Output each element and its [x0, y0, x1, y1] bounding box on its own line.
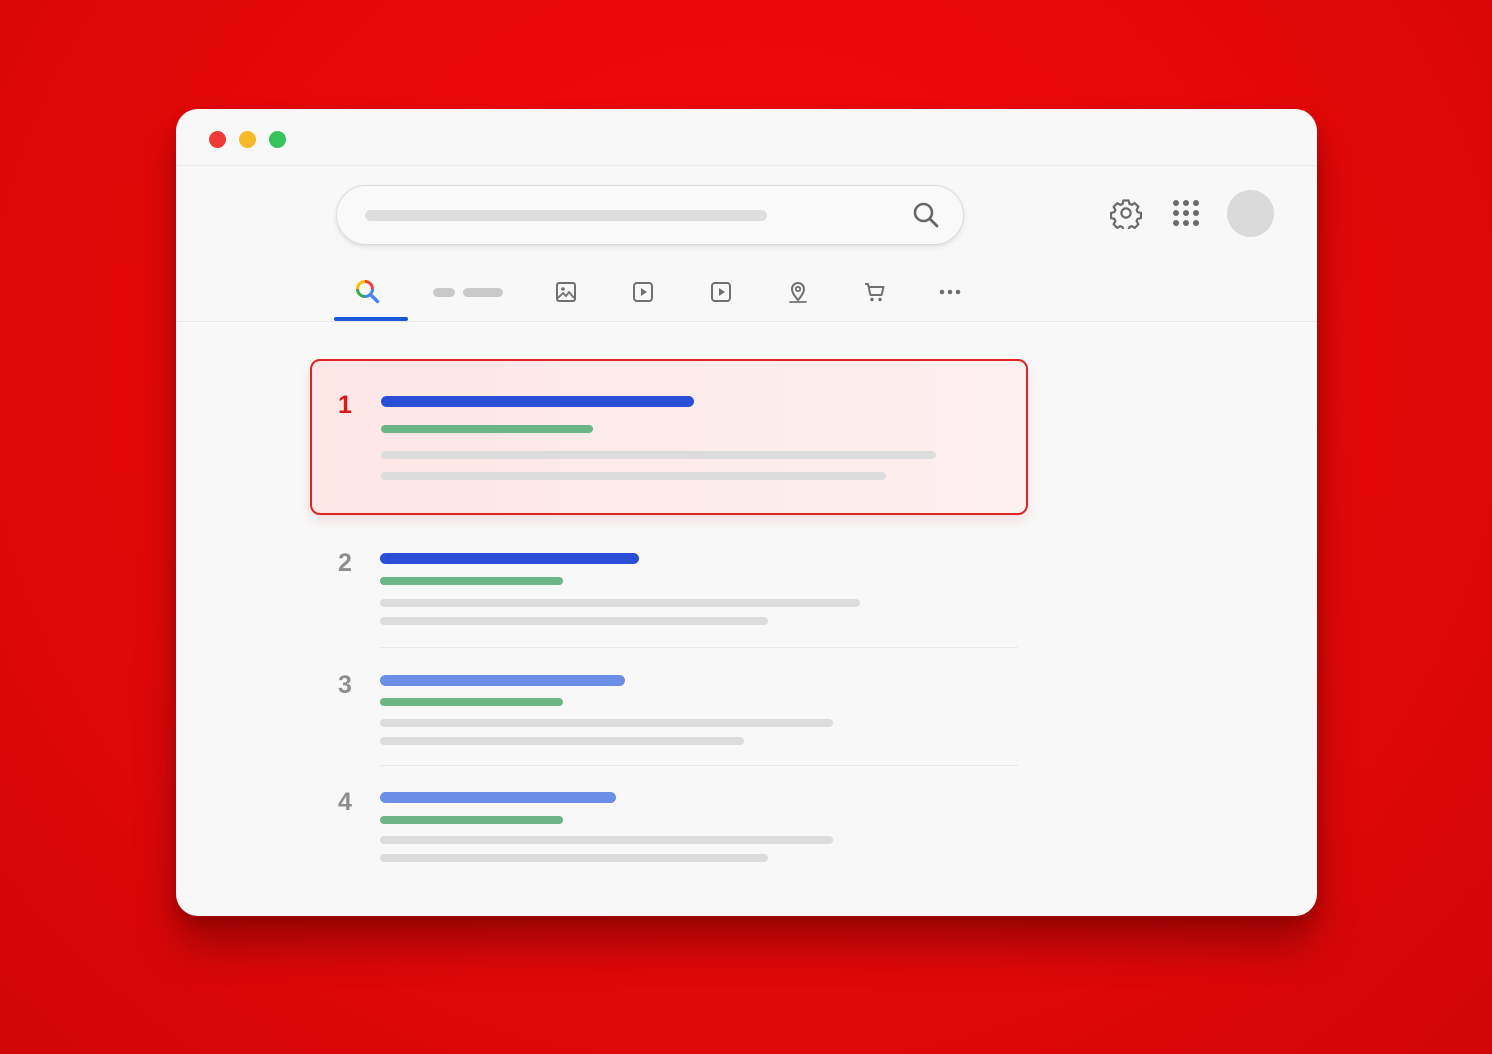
result-snippet-placeholder — [380, 719, 833, 727]
zoom-button[interactable] — [269, 131, 286, 148]
tab-shopping[interactable] — [862, 277, 888, 307]
result-snippet-placeholder — [381, 451, 936, 459]
result-rank: 4 — [338, 788, 352, 816]
title-bar — [176, 109, 1317, 166]
result-title-placeholder[interactable] — [381, 396, 694, 407]
more-dots-icon — [939, 289, 961, 295]
result-url-placeholder — [381, 425, 593, 433]
minimize-button[interactable] — [239, 131, 256, 148]
result-url-placeholder — [380, 816, 563, 824]
tab-videos[interactable] — [630, 277, 656, 307]
search-tabs — [176, 269, 1317, 322]
result-snippet-placeholder — [380, 836, 833, 844]
browser-window: 1 2 3 4 — [176, 109, 1317, 916]
gear-icon[interactable] — [1110, 197, 1142, 229]
tab-videos-2[interactable] — [708, 277, 734, 307]
result-rank: 3 — [338, 671, 352, 699]
map-pin-icon — [789, 282, 807, 303]
tab-label-placeholder — [463, 287, 503, 297]
result-snippet-placeholder — [380, 737, 744, 745]
result-rank: 2 — [338, 549, 352, 577]
active-tab-indicator — [334, 317, 408, 321]
result-highlighted[interactable]: 1 — [310, 359, 1028, 515]
result-snippet-placeholder — [380, 617, 768, 625]
result-title-placeholder[interactable] — [380, 792, 616, 803]
tab-label-placeholder — [433, 287, 455, 297]
divider — [380, 647, 1018, 648]
result-snippet-placeholder — [380, 599, 860, 607]
result-snippet-placeholder — [380, 854, 768, 862]
video-play-icon — [711, 282, 731, 302]
tab-images[interactable] — [553, 277, 579, 307]
tab-maps[interactable] — [785, 277, 811, 307]
video-play-icon — [633, 282, 653, 302]
apps-grid-icon[interactable] — [1170, 197, 1202, 229]
result-url-placeholder — [380, 698, 563, 706]
search-placeholder — [365, 210, 767, 221]
search-input[interactable] — [336, 185, 964, 245]
result-rank: 1 — [338, 391, 352, 419]
result-title-placeholder[interactable] — [380, 553, 639, 564]
tab-text[interactable] — [432, 277, 504, 307]
result-snippet-placeholder — [381, 472, 886, 480]
tab-more[interactable] — [937, 277, 963, 307]
image-icon — [556, 282, 576, 302]
google-search-icon — [356, 280, 380, 304]
result-url-placeholder — [380, 577, 563, 585]
shopping-cart-icon — [865, 283, 885, 302]
close-button[interactable] — [209, 131, 226, 148]
avatar[interactable] — [1227, 190, 1274, 237]
search-icon[interactable] — [911, 200, 941, 230]
tab-all[interactable] — [353, 277, 383, 307]
divider — [380, 765, 1018, 766]
result-title-placeholder[interactable] — [380, 675, 625, 686]
